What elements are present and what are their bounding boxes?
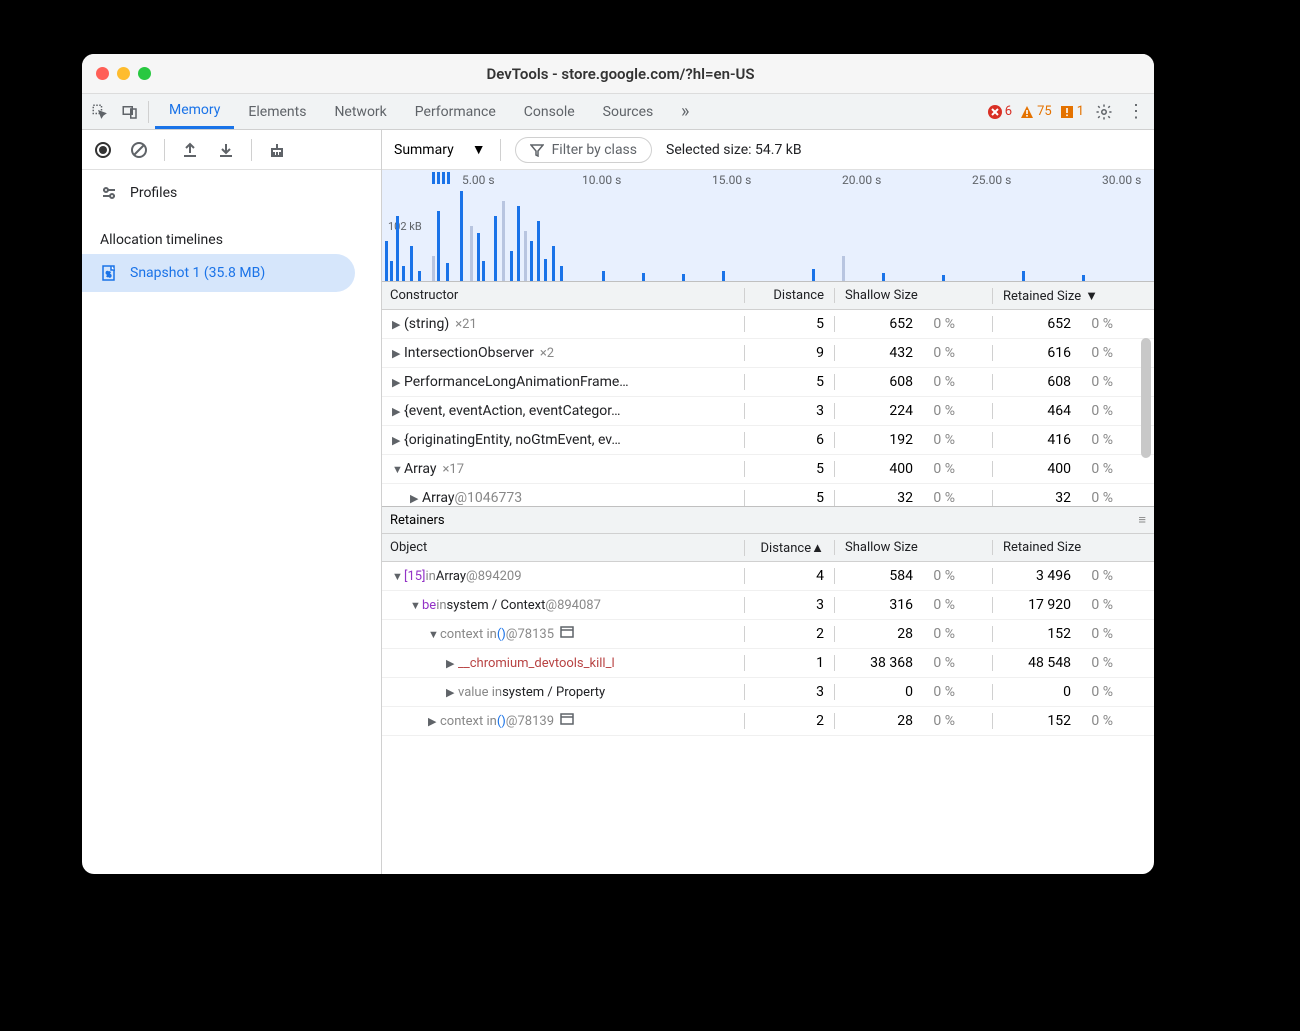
triangle-icon[interactable]: ▼ [410, 599, 422, 612]
summary-dropdown[interactable]: Summary▼ [394, 141, 486, 158]
table-row[interactable]: ▶ (string)×2156520 %6520 % [382, 310, 1154, 339]
table-row[interactable]: ▶ Array @10467735320 %320 % [382, 484, 1154, 506]
col-object[interactable]: Object [382, 540, 744, 555]
warnings-badge[interactable]: 75 [1020, 104, 1052, 119]
triangle-icon[interactable]: ▶ [392, 434, 404, 447]
scrollbar-thumb[interactable] [1141, 338, 1151, 458]
table-row[interactable]: ▶ IntersectionObserver×294320 %6160 % [382, 339, 1154, 368]
retainer-row[interactable]: ▶__chromium_devtools_kill_l138 3680 %48 … [382, 649, 1154, 678]
triangle-icon[interactable]: ▶ [410, 492, 422, 505]
col-r-shallow[interactable]: Shallow Size [834, 540, 992, 555]
constructors-header: Constructor Distance Shallow Size Retain… [382, 282, 1154, 310]
retainer-row[interactable]: ▶value in system / Property300 %00 % [382, 678, 1154, 707]
separator [148, 101, 149, 123]
download-icon[interactable] [215, 139, 237, 161]
timeline-tick: 5.00 s [462, 173, 495, 187]
script-icon [560, 713, 574, 729]
inspect-element-icon[interactable] [88, 100, 112, 124]
triangle-icon[interactable]: ▶ [392, 347, 404, 360]
timeline-tick: 25.00 s [972, 173, 1011, 187]
table-row[interactable]: ▶ {event, eventAction, eventCategor…3224… [382, 397, 1154, 426]
triangle-icon[interactable]: ▼ [392, 570, 404, 583]
zoom-window-button[interactable] [138, 67, 151, 80]
selected-size-label: Selected size: 54.7 kB [666, 142, 802, 158]
more-menu-icon[interactable]: ⋮ [1124, 100, 1148, 124]
retainers-title: Retainers ≡ [382, 506, 1154, 534]
tab-elements[interactable]: Elements [234, 94, 320, 129]
triangle-icon[interactable]: ▼ [392, 463, 404, 476]
triangle-icon[interactable]: ▼ [428, 628, 440, 641]
retainers-menu-icon[interactable]: ≡ [1138, 512, 1146, 528]
triangle-icon[interactable]: ▶ [392, 376, 404, 389]
allocation-timelines-heading: Allocation timelines [82, 222, 381, 254]
filter-icon [530, 143, 544, 157]
tab-performance[interactable]: Performance [401, 94, 510, 129]
snapshot-item[interactable]: % Snapshot 1 (35.8 MB) [82, 254, 355, 292]
main-panel: Summary▼ Filter by class Selected size: … [382, 130, 1154, 874]
settings-icon[interactable] [1092, 100, 1116, 124]
col-shallow-size[interactable]: Shallow Size [834, 288, 992, 303]
table-row[interactable]: ▶ PerformanceLongAnimationFrame…56080 %6… [382, 368, 1154, 397]
retainers-table[interactable]: ▼[15] in Array @89420945840 %3 4960 %▼be… [382, 562, 1154, 874]
triangle-icon[interactable]: ▶ [392, 318, 404, 331]
traffic-lights [96, 67, 151, 80]
sidebar-toolbar [82, 130, 381, 170]
tabbar: MemoryElementsNetworkPerformanceConsoleS… [82, 94, 1154, 130]
table-row[interactable]: ▶ {originatingEntity, noGtmEvent, ev…619… [382, 426, 1154, 455]
errors-badge[interactable]: 6 [988, 104, 1012, 119]
sort-desc-icon: ▼ [1085, 289, 1098, 304]
retainer-row[interactable]: ▼be in system / Context @89408733160 %17… [382, 591, 1154, 620]
chevron-down-icon: ▼ [472, 141, 486, 158]
upload-icon[interactable] [179, 139, 201, 161]
timeline-tick: 10.00 s [582, 173, 621, 187]
tab-memory[interactable]: Memory [155, 94, 234, 129]
tab-console[interactable]: Console [510, 94, 589, 129]
triangle-icon[interactable]: ▶ [392, 405, 404, 418]
clear-icon[interactable] [128, 139, 150, 161]
sort-asc-icon: ▲ [811, 541, 824, 556]
more-tabs-icon[interactable]: » [673, 100, 697, 124]
devtools-window: DevTools - store.google.com/?hl=en-US Me… [82, 54, 1154, 874]
timeline-tick: 20.00 s [842, 173, 881, 187]
retainer-row[interactable]: ▼[15] in Array @89420945840 %3 4960 % [382, 562, 1154, 591]
issues-badge[interactable]: 1 [1060, 104, 1084, 119]
snapshot-label: Snapshot 1 (35.8 MB) [130, 265, 265, 281]
main-toolbar: Summary▼ Filter by class Selected size: … [382, 130, 1154, 170]
window-title: DevTools - store.google.com/?hl=en-US [151, 65, 1090, 83]
script-icon [560, 626, 574, 642]
filter-by-class[interactable]: Filter by class [515, 137, 652, 163]
gc-icon[interactable] [266, 139, 288, 161]
retainers-header: Object Distance▲ Shallow Size Retained S… [382, 534, 1154, 562]
table-row[interactable]: ▼ Array×1754000 %4000 % [382, 455, 1154, 484]
profiles-heading[interactable]: Profiles [82, 170, 381, 212]
col-retained-size[interactable]: Retained Size▼ [992, 288, 1154, 304]
tab-sources[interactable]: Sources [589, 94, 668, 129]
retainer-row[interactable]: ▼context in () @781352280 %1520 % [382, 620, 1154, 649]
constructors-table[interactable]: ▶ (string)×2156520 %6520 %▶ Intersection… [382, 310, 1154, 506]
triangle-icon[interactable]: ▶ [446, 686, 458, 699]
col-distance[interactable]: Distance [744, 288, 834, 303]
close-window-button[interactable] [96, 67, 109, 80]
col-constructor[interactable]: Constructor [382, 288, 744, 303]
retainer-row[interactable]: ▶context in () @781392280 %1520 % [382, 707, 1154, 736]
svg-text:%: % [106, 271, 111, 279]
col-r-retained[interactable]: Retained Size [992, 540, 1154, 555]
tab-network[interactable]: Network [320, 94, 400, 129]
profiles-label: Profiles [130, 185, 177, 201]
triangle-icon[interactable]: ▶ [428, 715, 440, 728]
timeline-tick: 15.00 s [712, 173, 751, 187]
timeline-tick: 30.00 s [1102, 173, 1141, 187]
triangle-icon[interactable]: ▶ [446, 657, 458, 670]
sidebar: Profiles Allocation timelines % Snapshot… [82, 130, 382, 874]
col-r-distance[interactable]: Distance▲ [744, 540, 834, 556]
minimize-window-button[interactable] [117, 67, 130, 80]
titlebar: DevTools - store.google.com/?hl=en-US [82, 54, 1154, 94]
device-toolbar-icon[interactable] [118, 100, 142, 124]
allocation-timeline[interactable]: 5.00 s 10.00 s 15.00 s 20.00 s 25.00 s 30.00 … [382, 170, 1154, 282]
timeline-selection[interactable] [432, 172, 450, 184]
record-icon[interactable] [92, 139, 114, 161]
